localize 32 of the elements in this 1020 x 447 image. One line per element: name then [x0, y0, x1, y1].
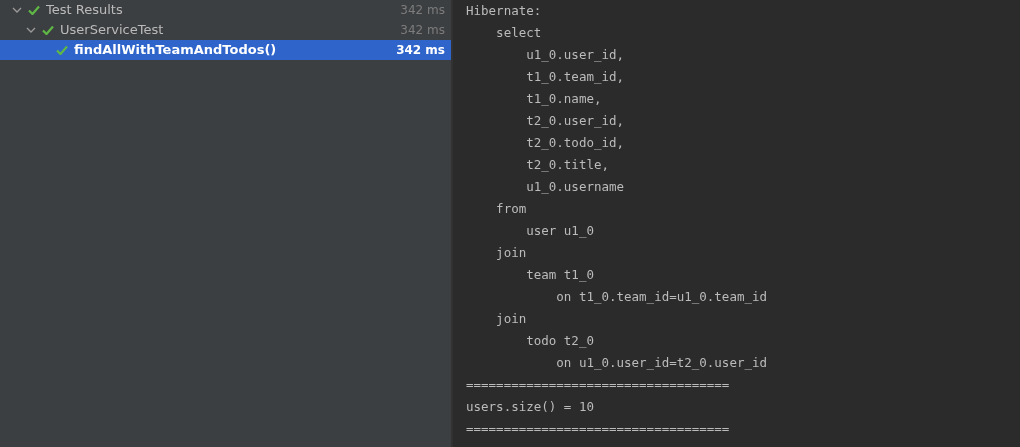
console-line: =================================== — [466, 376, 730, 394]
check-icon — [42, 25, 54, 35]
test-name: findAllWithTeamAndTodos() — [74, 41, 277, 60]
test-name: Test Results — [46, 1, 123, 20]
console-line: on t1_0.team_id=u1_0.team_id — [555, 288, 768, 306]
console-line: team t1_0 — [525, 266, 594, 284]
console-line: t2_0.user_id, — [525, 112, 625, 130]
console-line: user u1_0 — [525, 222, 594, 240]
console-line: u1_0.user_id, — [525, 46, 625, 64]
console-line: u1_0.username — [525, 178, 625, 196]
console-line: join — [495, 244, 527, 262]
test-duration: 342 ms — [400, 22, 445, 39]
console-line: t1_0.team_id, — [525, 68, 625, 86]
console-line: select — [495, 24, 542, 42]
console-line: on u1_0.user_id=t2_0.user_id — [555, 354, 768, 372]
test-name: UserServiceTest — [60, 21, 164, 40]
console-line: join — [495, 310, 527, 328]
test-duration: 342 ms — [400, 2, 445, 19]
test-duration: 342 ms — [396, 42, 445, 59]
console-line: t2_0.todo_id, — [525, 134, 625, 152]
check-icon — [56, 45, 68, 55]
console-line: from — [495, 200, 527, 218]
console-line: t1_0.name, — [525, 90, 602, 108]
tree-row[interactable]: UserServiceTest 342 ms — [0, 20, 451, 40]
tree-row[interactable]: findAllWithTeamAndTodos() 342 ms — [0, 40, 451, 60]
console-line: users.size() = 10 — [466, 398, 594, 416]
console-line: =================================== — [466, 420, 730, 438]
tree-row[interactable]: Test Results 342 ms — [0, 0, 451, 20]
console-line: todo t2_0 — [525, 332, 594, 350]
console-line: t2_0.title, — [525, 156, 609, 174]
console-line: Hibernate: — [466, 2, 542, 20]
check-icon — [28, 5, 40, 15]
